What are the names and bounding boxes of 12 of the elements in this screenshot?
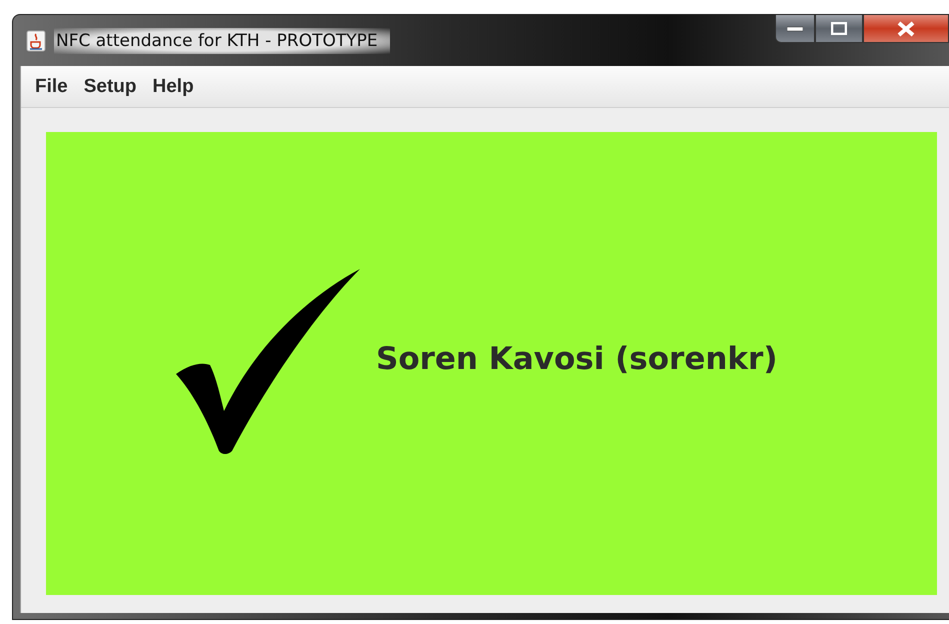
menu-item[interactable]: File — [27, 76, 76, 98]
close-icon — [896, 20, 916, 36]
student-name: Soren Kavosi (sorenkr) — [376, 340, 778, 376]
minimize-icon — [787, 26, 803, 32]
window-title: NFC attendance for KTH - PROTOTYPE — [54, 28, 390, 54]
coffee-cup-icon — [26, 30, 46, 52]
menu-item[interactable]: Setup — [76, 76, 145, 98]
close-button[interactable] — [863, 15, 949, 43]
menu-item[interactable]: Help — [144, 76, 202, 98]
maximize-icon — [831, 22, 847, 35]
maximize-button[interactable] — [815, 15, 863, 43]
minimize-button[interactable] — [775, 15, 815, 43]
